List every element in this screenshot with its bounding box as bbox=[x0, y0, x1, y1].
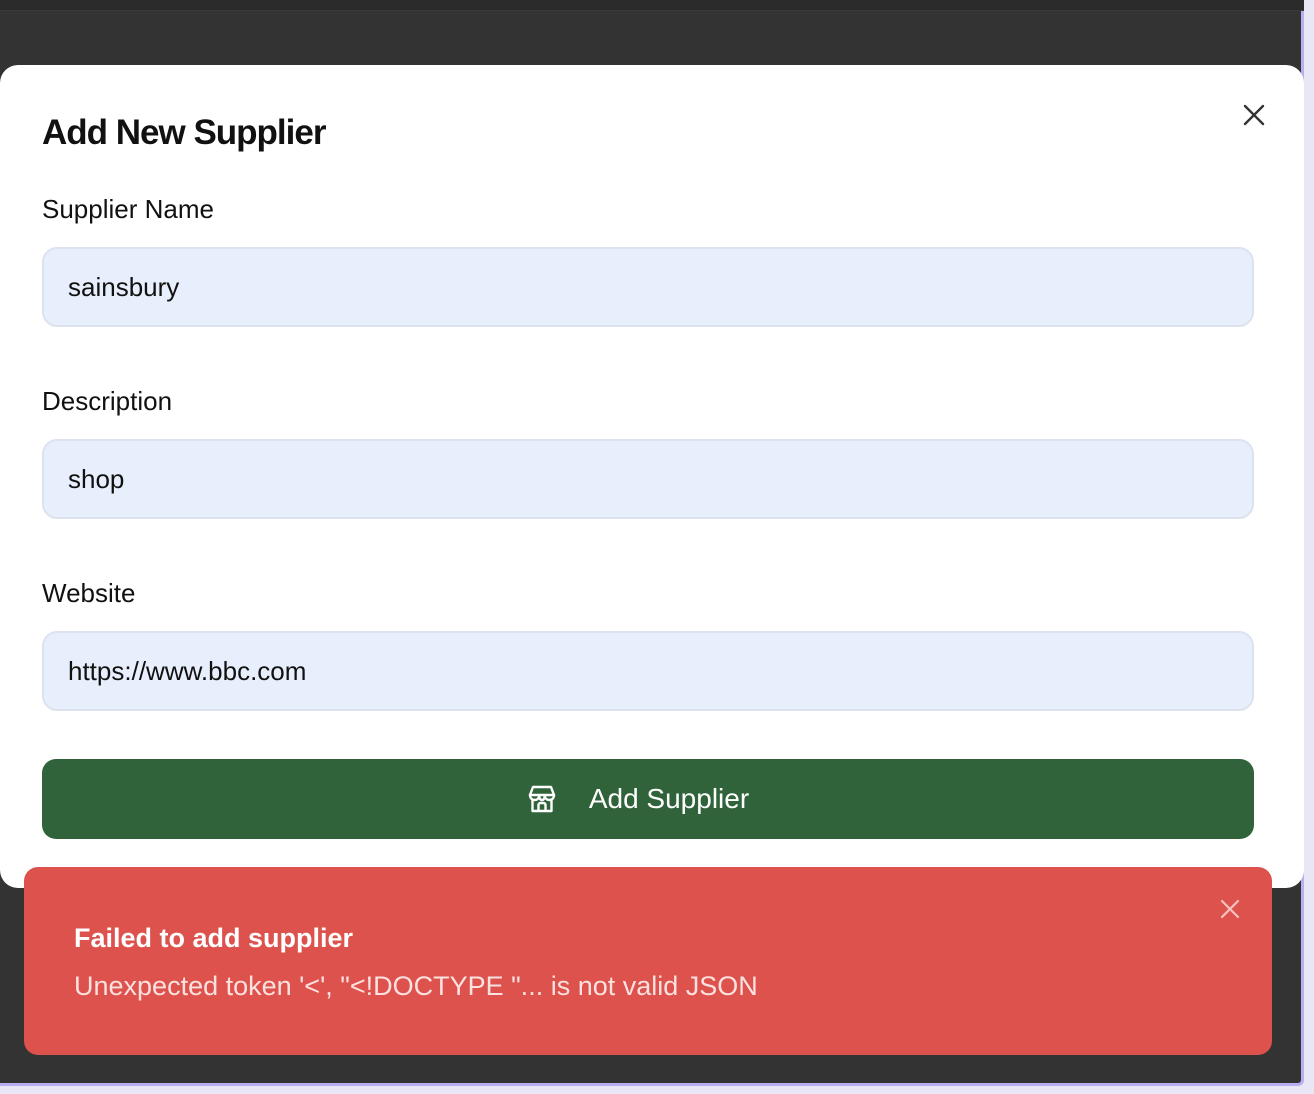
description-input[interactable] bbox=[42, 439, 1254, 519]
supplier-name-input[interactable] bbox=[42, 247, 1254, 327]
close-icon bbox=[1243, 104, 1265, 126]
toast-message: Unexpected token '<', "<!DOCTYPE "... is… bbox=[74, 971, 758, 1001]
dialog-close-button[interactable] bbox=[1238, 99, 1270, 131]
toast-title: Failed to add supplier bbox=[74, 923, 354, 953]
backdrop-top-strip bbox=[0, 0, 1304, 11]
add-supplier-button[interactable]: Add Supplier bbox=[42, 759, 1254, 839]
toast-close-button[interactable] bbox=[1218, 897, 1242, 921]
close-icon bbox=[1220, 899, 1240, 919]
add-supplier-button-label: Add Supplier bbox=[588, 783, 750, 814]
website-label: Website bbox=[42, 578, 136, 608]
error-toast: Failed to add supplier Unexpected token … bbox=[24, 867, 1272, 1055]
supplier-name-label: Supplier Name bbox=[42, 194, 214, 224]
website-input[interactable] bbox=[42, 631, 1254, 711]
store-icon bbox=[525, 782, 559, 816]
description-label: Description bbox=[42, 386, 173, 416]
dialog-title: Add New Supplier bbox=[42, 113, 326, 152]
